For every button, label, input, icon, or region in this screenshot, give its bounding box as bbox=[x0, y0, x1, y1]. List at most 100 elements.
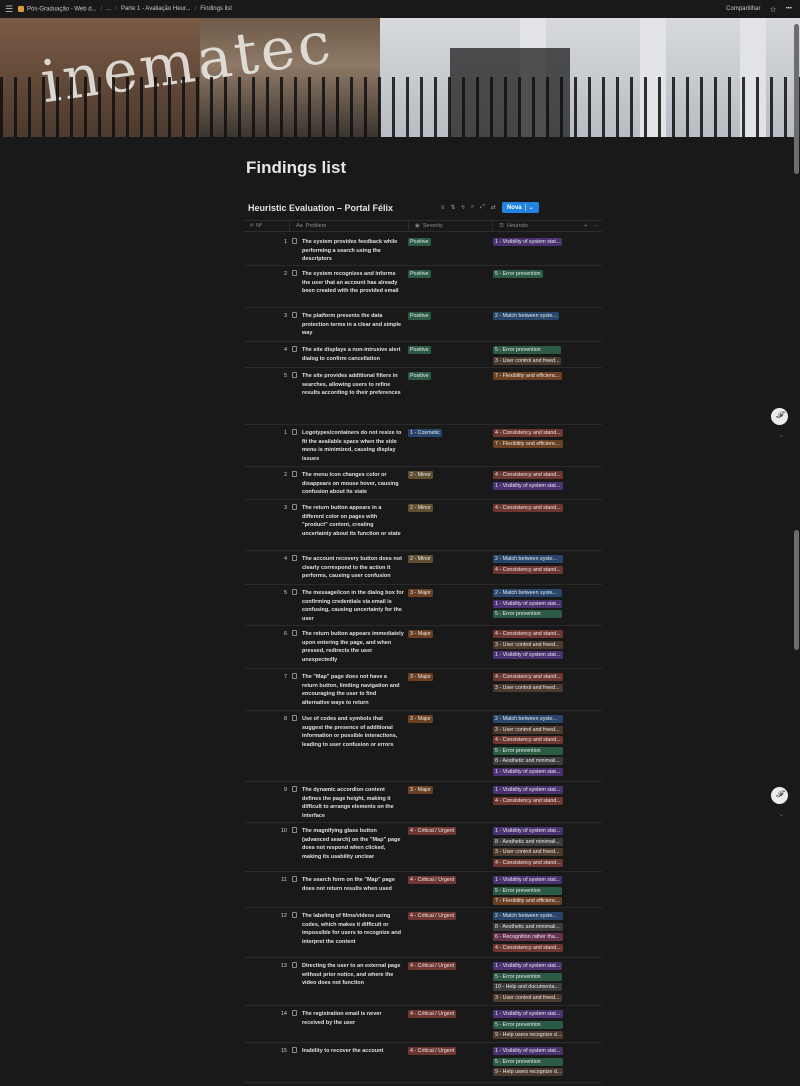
problem-text[interactable]: Logotypes/containers do not resize to fi… bbox=[302, 429, 404, 463]
severity-cell[interactable]: 2 - Minor bbox=[408, 555, 433, 563]
severity-cell[interactable]: 3 - Major bbox=[408, 630, 433, 638]
problem-text[interactable]: The site displays a non-intrusive alert … bbox=[302, 346, 404, 363]
problem-text[interactable]: The magnifying glass button (advanced se… bbox=[302, 827, 404, 861]
heuristic-cell[interactable]: 4 - Consistency and stand... 3 - User con… bbox=[493, 673, 563, 692]
menu-icon[interactable]: ☰ bbox=[0, 4, 18, 15]
table-row[interactable]: 11 The search form on the "Map" page does… bbox=[244, 872, 602, 908]
chevron-down-icon[interactable]: ⌄ bbox=[779, 811, 784, 818]
table-row[interactable]: 12 The labeling of films/videos using cod… bbox=[244, 908, 602, 958]
severity-cell[interactable]: Positive bbox=[408, 372, 431, 380]
breadcrumb-item[interactable]: ... bbox=[106, 6, 111, 12]
heuristic-cell[interactable]: 1 - Visibility of system stat... 8 - Aest… bbox=[493, 827, 563, 867]
problem-text[interactable]: The return button appears immediately up… bbox=[302, 630, 404, 664]
table-row[interactable]: 4 The site displays a non-intrusive alert… bbox=[244, 342, 602, 368]
avatar[interactable]: 𝓕 bbox=[771, 408, 788, 425]
heuristic-cell[interactable]: 1 - Visibility of system stat... 5 - Erro… bbox=[493, 876, 563, 906]
settings-icon[interactable]: ⇄ bbox=[491, 204, 496, 211]
more-icon[interactable]: ••• bbox=[786, 6, 792, 12]
problem-text[interactable]: The account recovery button does not cle… bbox=[302, 555, 404, 581]
problem-text[interactable]: The return button appears in a different… bbox=[302, 504, 404, 538]
table-row[interactable]: 1 Logotypes/containers do not resize to f… bbox=[244, 425, 602, 467]
heuristic-cell[interactable]: 2 - Match between syste... 4 - Consistenc… bbox=[493, 555, 563, 574]
problem-text[interactable]: Inability to recover the account bbox=[302, 1047, 404, 1056]
problem-text[interactable]: The search form on the "Map" page does n… bbox=[302, 876, 404, 893]
severity-cell[interactable]: 4 - Critical / Urgent bbox=[408, 912, 457, 920]
column-header-problem[interactable]: Aa Problem bbox=[289, 221, 408, 231]
table-row[interactable]: 15 Inability to recover the account 4 - Cr… bbox=[244, 1043, 602, 1083]
problem-text[interactable]: Use of codes and symbols that suggest th… bbox=[302, 715, 404, 749]
heuristic-cell[interactable]: 4 - Consistency and stand... 3 - User con… bbox=[493, 630, 563, 660]
heuristic-cell[interactable]: 7 - Flexibility and efficienc... bbox=[493, 372, 562, 380]
scrollbar-thumb[interactable] bbox=[794, 24, 799, 174]
avatar[interactable]: 𝓕 bbox=[771, 787, 788, 804]
heuristic-cell[interactable]: 1 - Visibility of system stat... bbox=[493, 238, 563, 246]
table-row[interactable]: 5 The message/icon in the dialog box for … bbox=[244, 585, 602, 626]
severity-cell[interactable]: 4 - Critical / Urgent bbox=[408, 876, 457, 884]
severity-cell[interactable]: 4 - Critical / Urgent bbox=[408, 962, 457, 970]
heuristic-cell[interactable]: 4 - Consistency and stand... 1 - Visibili… bbox=[493, 471, 563, 490]
problem-text[interactable]: The menu icon changes color or disappear… bbox=[302, 471, 404, 497]
problem-text[interactable]: The platform presents the data protectio… bbox=[302, 312, 404, 338]
heuristic-cell[interactable]: 1 - Visibility of system stat... 5 - Erro… bbox=[493, 1010, 564, 1040]
severity-cell[interactable]: 3 - Major bbox=[408, 673, 433, 681]
problem-text[interactable]: The system recognizes and informs the us… bbox=[302, 270, 404, 296]
chevron-down-icon[interactable]: ⌄ bbox=[779, 432, 784, 439]
table-row[interactable]: 2 The system recognizes and informs the u… bbox=[244, 266, 602, 308]
severity-cell[interactable]: 3 - Major bbox=[408, 786, 433, 794]
severity-cell[interactable]: 1 - Cosmetic bbox=[408, 429, 442, 437]
breadcrumb-item[interactable]: Pós-Graduação - Web d... bbox=[18, 5, 97, 12]
search-icon[interactable]: ⌕ bbox=[471, 204, 474, 211]
heuristic-cell[interactable]: 1 - Visibility of system stat... 5 - Erro… bbox=[493, 962, 563, 1002]
severity-cell[interactable]: 3 - Major bbox=[408, 589, 433, 597]
share-button[interactable]: Compartilhar bbox=[726, 6, 760, 12]
filter-icon[interactable]: ≡ bbox=[441, 205, 445, 211]
table-row[interactable]: 7 The "Map" page does not have a return b… bbox=[244, 669, 602, 711]
severity-cell[interactable]: 3 - Major bbox=[408, 715, 433, 723]
automation-icon[interactable]: ϟ bbox=[462, 205, 465, 211]
problem-text[interactable]: The system provides feedback while perfo… bbox=[302, 238, 404, 264]
chevron-down-icon[interactable]: ⌄ bbox=[524, 204, 534, 211]
heuristic-cell[interactable]: 1 - Visibility of system stat... 5 - Erro… bbox=[493, 1047, 564, 1077]
problem-text[interactable]: The labeling of films/videos using codes… bbox=[302, 912, 404, 946]
heuristic-cell[interactable]: 5 - Error prevention 3 - User control and… bbox=[493, 346, 562, 365]
problem-text[interactable]: The message/icon in the dialog box for c… bbox=[302, 589, 404, 623]
table-row[interactable]: 14 The registration email is never receiv… bbox=[244, 1006, 602, 1043]
table-row[interactable]: 3 The platform presents the data protecti… bbox=[244, 308, 602, 342]
heuristic-cell[interactable]: 2 - Match between syste... 1 - Visibility… bbox=[493, 589, 563, 619]
table-row[interactable]: 5 The site provides additional filters in… bbox=[244, 368, 602, 425]
problem-text[interactable]: The dynamic accordion content defines th… bbox=[302, 786, 404, 820]
scrollbar-thumb[interactable] bbox=[794, 530, 799, 650]
problem-text[interactable]: The registration email is never received… bbox=[302, 1010, 404, 1027]
heuristic-cell[interactable]: 4 - Consistency and stand... 7 - Flexibil… bbox=[493, 429, 563, 448]
heuristic-cell[interactable]: 4 - Consistency and stand... bbox=[493, 504, 563, 512]
table-row[interactable]: 3 The return button appears in a differen… bbox=[244, 500, 602, 551]
problem-text[interactable]: The site provides additional filters in … bbox=[302, 372, 404, 398]
severity-cell[interactable]: 4 - Critical / Urgent bbox=[408, 1010, 457, 1018]
heuristic-cell[interactable]: 2 - Match between syste... 3 - User contr… bbox=[493, 715, 563, 776]
add-column-icon[interactable]: + bbox=[584, 223, 587, 229]
table-row[interactable]: 6 The return button appears immediately u… bbox=[244, 626, 602, 669]
table-row[interactable]: 10 The magnifying glass button (advanced … bbox=[244, 823, 602, 872]
severity-cell[interactable]: Positive bbox=[408, 346, 431, 354]
table-row[interactable]: 9 The dynamic accordion content defines t… bbox=[244, 782, 602, 823]
table-row[interactable]: 8 Use of codes and symbols that suggest t… bbox=[244, 711, 602, 782]
heuristic-cell[interactable]: 2 - Match between syste... 8 - Aesthetic … bbox=[493, 912, 563, 952]
severity-cell[interactable]: Positive bbox=[408, 270, 431, 278]
severity-cell[interactable]: Positive bbox=[408, 312, 431, 320]
new-button[interactable]: Nova ⌄ bbox=[501, 202, 539, 213]
column-header-heuristic[interactable]: ☰ Heuristic bbox=[492, 221, 578, 231]
severity-cell[interactable]: Positive bbox=[408, 238, 431, 246]
problem-text[interactable]: The "Map" page does not have a return bu… bbox=[302, 673, 404, 707]
severity-cell[interactable]: 2 - Minor bbox=[408, 471, 433, 479]
breadcrumb-item[interactable]: Parte 1 - Avaliação Heur... bbox=[121, 6, 191, 12]
more-icon[interactable]: ··· bbox=[593, 223, 599, 229]
severity-cell[interactable]: 2 - Minor bbox=[408, 504, 433, 512]
table-row[interactable]: 13 Directing the user to an external page… bbox=[244, 958, 602, 1006]
breadcrumb-item[interactable]: Findings list bbox=[200, 6, 232, 12]
table-row[interactable]: 2 The menu icon changes color or disappea… bbox=[244, 467, 602, 500]
heuristic-cell[interactable]: 1 - Visibility of system stat... 4 - Cons… bbox=[493, 786, 563, 805]
severity-cell[interactable]: 4 - Critical / Urgent bbox=[408, 1047, 457, 1055]
severity-cell[interactable]: 4 - Critical / Urgent bbox=[408, 827, 457, 835]
heuristic-cell[interactable]: 5 - Error prevention bbox=[493, 270, 543, 278]
column-header-number[interactable]: # Nº bbox=[244, 221, 289, 231]
